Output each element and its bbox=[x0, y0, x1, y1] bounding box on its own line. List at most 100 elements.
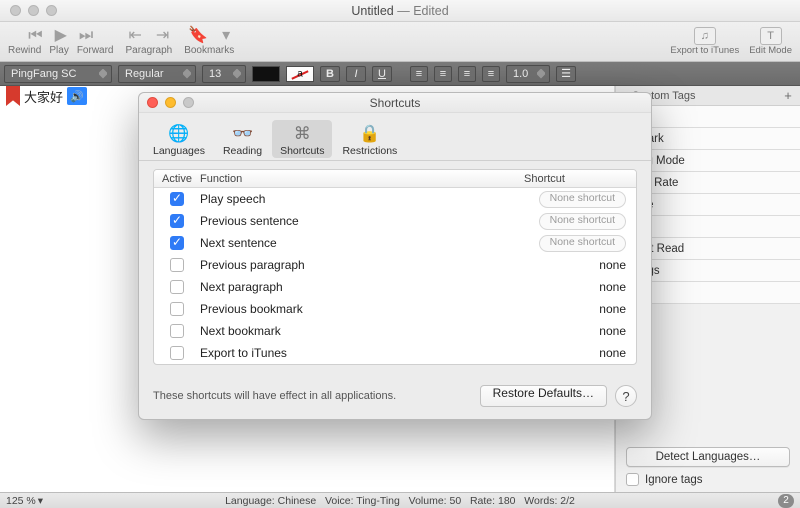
col-function[interactable]: Function bbox=[200, 173, 524, 185]
active-checkbox[interactable] bbox=[170, 280, 184, 294]
align-left-button[interactable]: ≡ bbox=[410, 66, 428, 82]
edit-mode-button[interactable]: T Edit Mode bbox=[749, 27, 792, 56]
checkbox-icon bbox=[626, 473, 639, 486]
close-window-icon[interactable] bbox=[10, 5, 21, 16]
playback-group: ⏮ ▶ ⏭ Rewind Play Forward bbox=[8, 28, 114, 56]
globe-icon: 🌐 bbox=[167, 123, 191, 145]
active-checkbox[interactable] bbox=[170, 346, 184, 360]
underline-button[interactable]: U bbox=[372, 66, 392, 82]
bookmark-add-icon[interactable]: 🔖 bbox=[188, 28, 208, 44]
speaker-icon[interactable]: 🔊 bbox=[67, 87, 87, 105]
modal-tabs: 🌐 Languages 👓 Reading ⌘ Shortcuts 🔒 Rest… bbox=[139, 113, 651, 161]
font-size-select[interactable]: 13 bbox=[202, 65, 246, 83]
paragraph-label: Paragraph bbox=[126, 45, 173, 56]
table-row[interactable]: Next paragraphnone bbox=[154, 276, 636, 298]
prev-paragraph-icon[interactable]: ⇤ bbox=[128, 28, 141, 44]
function-label: Next sentence bbox=[200, 236, 524, 250]
restore-defaults-button[interactable]: Restore Defaults… bbox=[480, 385, 607, 407]
shortcut-button[interactable]: None shortcut bbox=[539, 191, 626, 208]
font-style-select[interactable]: Regular bbox=[118, 65, 196, 83]
active-checkbox[interactable] bbox=[170, 302, 184, 316]
window-controls bbox=[0, 5, 57, 16]
active-checkbox[interactable] bbox=[170, 258, 184, 272]
table-row[interactable]: Previous bookmark none bbox=[154, 298, 636, 320]
add-tag-button[interactable]: + bbox=[780, 88, 796, 103]
function-label: Next bookmark bbox=[200, 324, 524, 338]
modal-close-icon[interactable] bbox=[147, 97, 158, 108]
status-bar: 125 %▾ Language: Chinese Voice: Ting-Tin… bbox=[0, 492, 800, 508]
align-right-button[interactable]: ≡ bbox=[458, 66, 476, 82]
window-titlebar: Untitled — Edited bbox=[0, 0, 800, 22]
shortcut-button[interactable]: None shortcut bbox=[539, 235, 626, 252]
detect-languages-button[interactable]: Detect Languages… bbox=[626, 447, 790, 467]
window-title: Untitled — Edited bbox=[0, 4, 800, 18]
ignore-tags-checkbox[interactable]: Ignore tags bbox=[626, 473, 790, 486]
active-checkbox[interactable] bbox=[170, 324, 184, 338]
table-row[interactable]: Previous sentence None shortcut bbox=[154, 210, 636, 232]
line-height-select[interactable]: 1.0 bbox=[506, 65, 550, 83]
bookmark-list-icon[interactable]: ▾ bbox=[222, 28, 230, 44]
zoom-control[interactable]: 125 %▾ bbox=[6, 495, 43, 507]
function-label: Previous sentence bbox=[200, 214, 524, 228]
modal-zoom-icon bbox=[183, 97, 194, 108]
minimize-window-icon[interactable] bbox=[28, 5, 39, 16]
command-icon: ⌘ bbox=[290, 123, 314, 145]
play-label: Play bbox=[49, 45, 68, 56]
table-row[interactable]: Previous paragraph none bbox=[154, 254, 636, 276]
shortcut-text: none bbox=[599, 302, 626, 316]
table-row[interactable]: Export to iTunes none bbox=[154, 342, 636, 364]
tab-reading[interactable]: 👓 Reading bbox=[215, 120, 270, 158]
table-row[interactable]: Next sentence None shortcut bbox=[154, 232, 636, 254]
bookmarks-label: Bookmarks bbox=[184, 45, 234, 56]
status-count-badge[interactable]: 2 bbox=[778, 494, 794, 508]
play-icon[interactable]: ▶ bbox=[55, 28, 67, 44]
highlight-color-swatch[interactable] bbox=[286, 66, 314, 82]
modal-minimize-icon[interactable] bbox=[165, 97, 176, 108]
align-center-button[interactable]: ≡ bbox=[434, 66, 452, 82]
modal-title: Shortcuts bbox=[370, 96, 421, 110]
text-cursor-icon: T bbox=[760, 27, 782, 45]
rewind-label: Rewind bbox=[8, 45, 41, 56]
function-label: Previous paragraph bbox=[200, 258, 524, 272]
col-active[interactable]: Active bbox=[154, 173, 200, 185]
shortcuts-table: Active Function Shortcut Play speech None… bbox=[153, 169, 637, 365]
document-text: 大家好 bbox=[22, 87, 65, 106]
italic-button[interactable]: I bbox=[346, 66, 366, 82]
text-color-swatch[interactable] bbox=[252, 66, 280, 82]
shortcut-text: none bbox=[599, 346, 626, 360]
glasses-icon: 👓 bbox=[231, 123, 255, 145]
list-style-button[interactable]: ☰ bbox=[556, 66, 576, 82]
col-shortcut[interactable]: Shortcut bbox=[524, 173, 636, 185]
shortcut-text: none bbox=[599, 258, 626, 272]
function-label: Play speech bbox=[200, 192, 524, 206]
font-family-select[interactable]: PingFang SC bbox=[4, 65, 112, 83]
tab-restrictions[interactable]: 🔒 Restrictions bbox=[334, 120, 405, 158]
function-label: Previous bookmark bbox=[200, 302, 524, 316]
active-checkbox[interactable] bbox=[170, 214, 184, 228]
shortcut-text: none bbox=[599, 280, 626, 294]
help-button[interactable]: ? bbox=[615, 385, 637, 407]
export-itunes-button[interactable]: ♫ Export to iTunes bbox=[670, 27, 739, 56]
tab-languages[interactable]: 🌐 Languages bbox=[145, 120, 213, 158]
forward-label: Forward bbox=[77, 45, 114, 56]
next-paragraph-icon[interactable]: ⇥ bbox=[156, 28, 169, 44]
table-row[interactable]: Next bookmarknone bbox=[154, 320, 636, 342]
active-checkbox[interactable] bbox=[170, 192, 184, 206]
function-label: Export to iTunes bbox=[200, 346, 524, 360]
window-subtitle: Edited bbox=[413, 4, 448, 18]
forward-icon[interactable]: ⏭ bbox=[79, 28, 93, 44]
modal-titlebar: Shortcuts bbox=[139, 93, 651, 113]
tab-shortcuts[interactable]: ⌘ Shortcuts bbox=[272, 120, 332, 158]
preferences-window: Shortcuts 🌐 Languages 👓 Reading ⌘ Shortc… bbox=[138, 92, 652, 420]
paragraph-group: ⇤ ⇥ Paragraph bbox=[126, 28, 173, 56]
shortcut-button[interactable]: None shortcut bbox=[539, 213, 626, 230]
zoom-window-icon[interactable] bbox=[46, 5, 57, 16]
bookmarks-group: 🔖 ▾ Bookmarks bbox=[184, 28, 234, 56]
bold-button[interactable]: B bbox=[320, 66, 340, 82]
bookmark-ribbon-icon bbox=[6, 86, 20, 106]
table-row[interactable]: Play speech None shortcut bbox=[154, 188, 636, 210]
window-title-text: Untitled bbox=[351, 4, 393, 18]
rewind-icon[interactable]: ⏮ bbox=[28, 28, 42, 44]
active-checkbox[interactable] bbox=[170, 236, 184, 250]
align-justify-button[interactable]: ≡ bbox=[482, 66, 500, 82]
